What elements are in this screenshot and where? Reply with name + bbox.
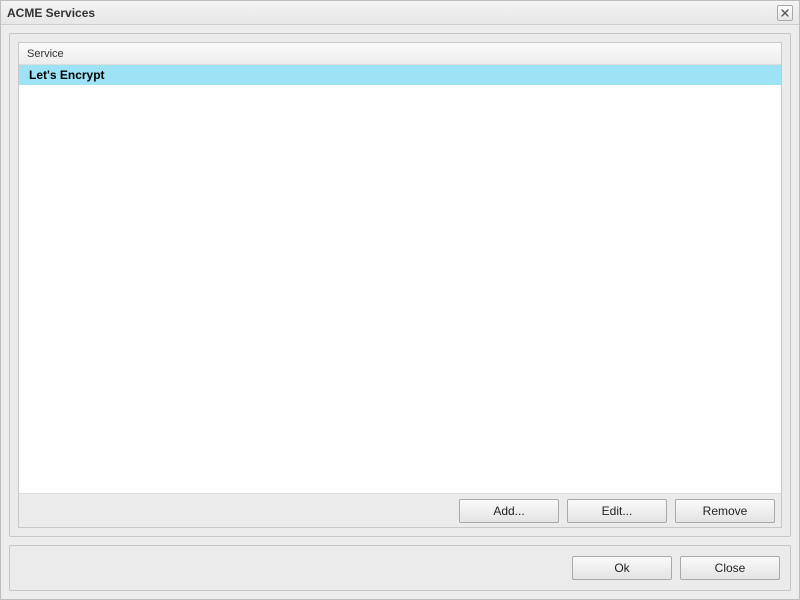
services-list-toolbar: Add... Edit... Remove — [19, 493, 781, 527]
window-close-button[interactable] — [777, 5, 793, 21]
services-list-body[interactable]: Let's Encrypt — [19, 65, 781, 493]
dialog-window: ACME Services Service Let's Encrypt Add.… — [0, 0, 800, 600]
remove-button[interactable]: Remove — [675, 499, 775, 523]
list-item[interactable]: Let's Encrypt — [19, 65, 781, 85]
column-header-service: Service — [27, 48, 64, 60]
services-list-header[interactable]: Service — [19, 43, 781, 65]
ok-button[interactable]: Ok — [572, 556, 672, 580]
services-list: Service Let's Encrypt Add... Edit... Rem… — [18, 42, 782, 528]
dialog-actions-panel: Ok Close — [9, 545, 791, 591]
close-icon — [781, 9, 789, 17]
window-title: ACME Services — [7, 6, 777, 20]
dialog-body: Service Let's Encrypt Add... Edit... Rem… — [1, 25, 799, 599]
close-button[interactable]: Close — [680, 556, 780, 580]
add-button[interactable]: Add... — [459, 499, 559, 523]
edit-button[interactable]: Edit... — [567, 499, 667, 523]
service-name: Let's Encrypt — [29, 68, 105, 82]
services-panel: Service Let's Encrypt Add... Edit... Rem… — [9, 33, 791, 537]
titlebar: ACME Services — [1, 1, 799, 25]
